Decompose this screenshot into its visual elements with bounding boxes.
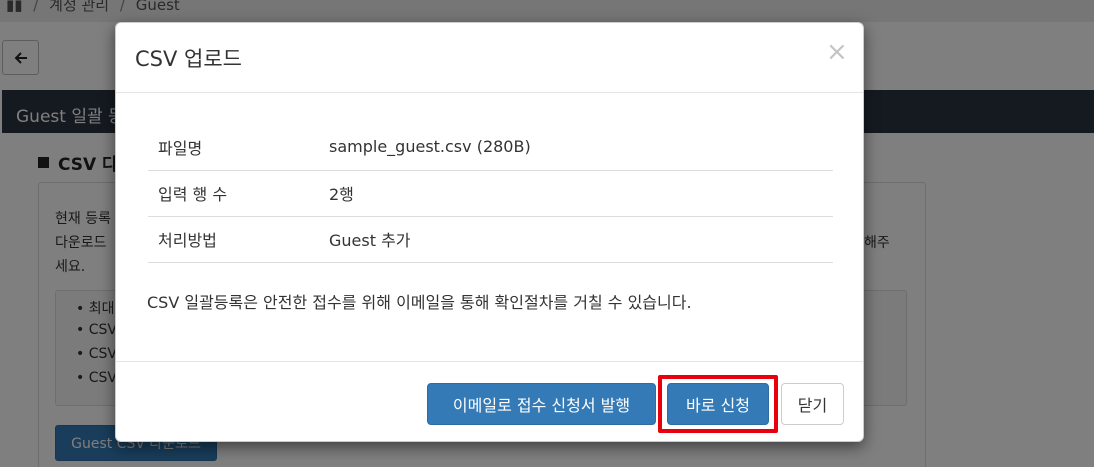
table-row: 처리방법 Guest 추가 xyxy=(148,216,833,263)
upload-info-table: 파일명 sample_guest.csv (280B) 입력 행 수 2행 처리… xyxy=(148,124,833,263)
close-icon[interactable]: × xyxy=(826,39,848,65)
highlight-box xyxy=(658,375,778,433)
row-label: 처리방법 xyxy=(148,216,329,263)
email-request-button[interactable]: 이메일로 접수 신청서 발행 xyxy=(427,383,656,425)
row-value: Guest 추가 xyxy=(329,216,833,263)
csv-upload-modal: CSV 업로드 × 파일명 sample_guest.csv (280B) 입력… xyxy=(115,22,864,442)
modal-footer: 이메일로 접수 신청서 발행 바로 신청 닫기 xyxy=(116,361,863,441)
notice-text: CSV 일괄등록은 안전한 접수를 위해 이메일을 통해 확인절차를 거칠 수 … xyxy=(147,293,692,312)
row-value: sample_guest.csv (280B) xyxy=(329,124,833,171)
close-button[interactable]: 닫기 xyxy=(781,383,844,425)
modal-header: CSV 업로드 × xyxy=(116,23,863,93)
table-row: 파일명 sample_guest.csv (280B) xyxy=(148,124,833,171)
modal-title: CSV 업로드 xyxy=(135,47,242,71)
table-row: 입력 행 수 2행 xyxy=(148,170,833,217)
row-label: 입력 행 수 xyxy=(148,170,329,217)
row-label: 파일명 xyxy=(148,124,329,171)
row-value: 2행 xyxy=(329,170,833,217)
